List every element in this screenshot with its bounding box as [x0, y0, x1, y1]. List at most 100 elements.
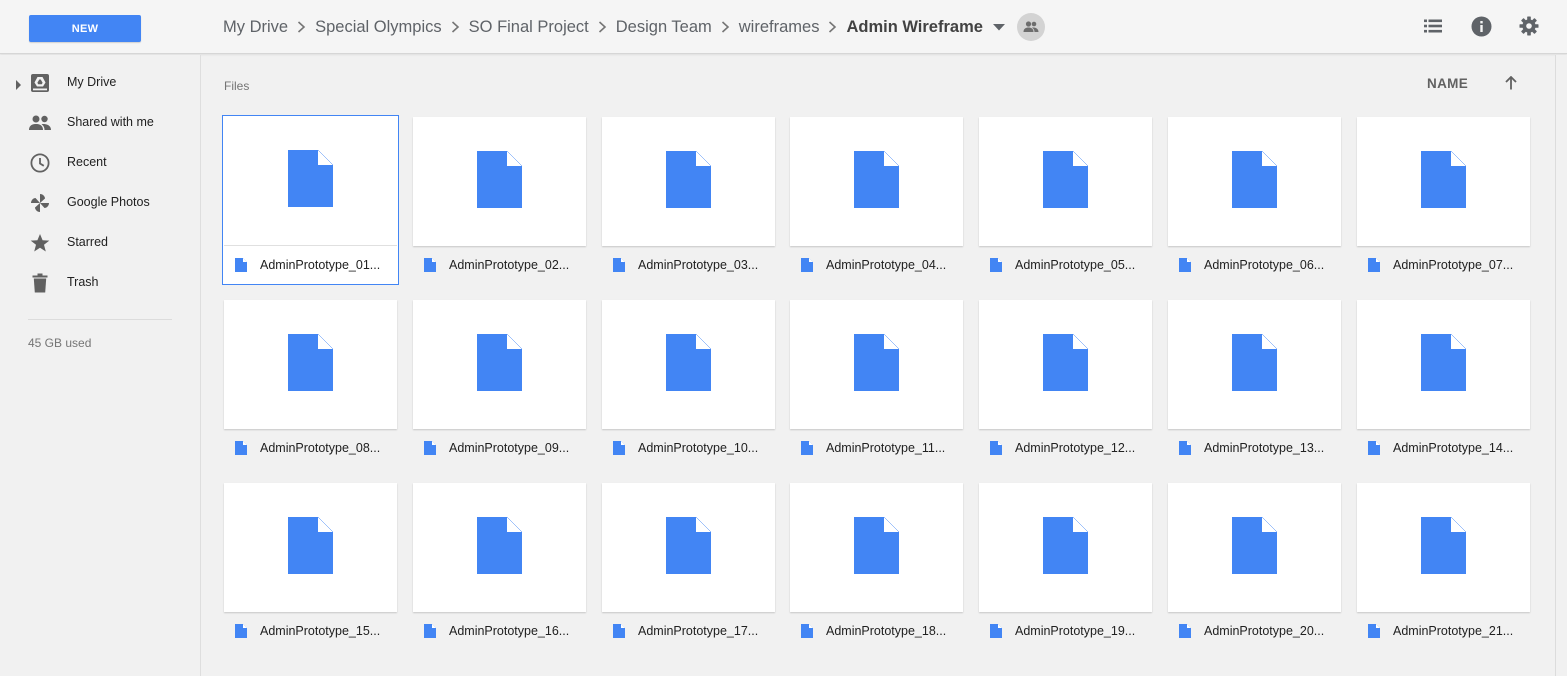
file-type-icon [990, 624, 1002, 638]
breadcrumb-item-wireframes[interactable]: wireframes [739, 18, 820, 37]
file-thumbnail[interactable] [979, 483, 1152, 612]
file-name-row[interactable]: AdminPrototype_06... [1168, 246, 1341, 283]
file-name: AdminPrototype_21... [1393, 624, 1514, 638]
file-tile[interactable]: AdminPrototype_07... [1356, 116, 1531, 284]
file-tile[interactable]: AdminPrototype_12... [978, 299, 1153, 467]
settings-icon[interactable] [1518, 15, 1540, 37]
sidebar-item-trash[interactable]: Trash [0, 267, 200, 299]
sidebar-item-my-drive[interactable]: My Drive [0, 67, 200, 99]
current-folder-title[interactable]: Admin Wireframe [846, 18, 982, 37]
file-thumbnail[interactable] [790, 483, 963, 612]
sidebar-item-google-photos[interactable]: Google Photos [0, 187, 200, 219]
file-name-row[interactable]: AdminPrototype_07... [1357, 246, 1530, 283]
shared-folder-icon[interactable] [1016, 13, 1045, 41]
file-tile[interactable]: AdminPrototype_17... [601, 482, 776, 650]
breadcrumb-item-design-team[interactable]: Design Team [616, 18, 712, 37]
file-name-row[interactable]: AdminPrototype_11... [790, 429, 963, 466]
file-thumbnail[interactable] [413, 483, 586, 612]
file-name-row[interactable]: AdminPrototype_04... [790, 246, 963, 283]
caret-down-icon[interactable] [992, 20, 1006, 34]
file-thumbnail[interactable] [224, 483, 397, 612]
file-thumbnail[interactable] [602, 483, 775, 612]
file-tile[interactable]: AdminPrototype_10... [601, 299, 776, 467]
file-thumbnail[interactable] [790, 300, 963, 429]
file-name-row[interactable]: AdminPrototype_20... [1168, 612, 1341, 649]
file-type-icon [613, 441, 625, 455]
file-name: AdminPrototype_12... [1015, 441, 1136, 455]
file-tile[interactable]: AdminPrototype_08... [223, 299, 398, 467]
file-name-row[interactable]: AdminPrototype_05... [979, 246, 1152, 283]
sidebar-item-starred[interactable]: Starred [0, 227, 200, 259]
file-name-row[interactable]: AdminPrototype_18... [790, 612, 963, 649]
file-tile[interactable]: AdminPrototype_21... [1356, 482, 1531, 650]
sidebar-item-shared-with-me[interactable]: Shared with me [0, 107, 200, 139]
file-name-row[interactable]: AdminPrototype_13... [1168, 429, 1341, 466]
file-tile[interactable]: AdminPrototype_03... [601, 116, 776, 284]
file-name-row[interactable]: AdminPrototype_03... [602, 246, 775, 283]
file-name-row[interactable]: AdminPrototype_10... [602, 429, 775, 466]
file-name-row[interactable]: AdminPrototype_14... [1357, 429, 1530, 466]
file-name-row[interactable]: AdminPrototype_01... [224, 246, 397, 283]
file-name-row[interactable]: AdminPrototype_15... [224, 612, 397, 649]
file-name-row[interactable]: AdminPrototype_12... [979, 429, 1152, 466]
file-tile[interactable]: AdminPrototype_02... [412, 116, 587, 284]
new-button[interactable]: NEW [29, 15, 141, 42]
file-name-row[interactable]: AdminPrototype_21... [1357, 612, 1530, 649]
file-name-row[interactable]: AdminPrototype_02... [413, 246, 586, 283]
info-icon[interactable] [1470, 15, 1492, 37]
file-name-row[interactable]: AdminPrototype_09... [413, 429, 586, 466]
sidebar-item-recent[interactable]: Recent [0, 147, 200, 179]
file-type-icon [990, 441, 1002, 455]
file-thumbnail[interactable] [602, 300, 775, 429]
document-icon [1232, 516, 1278, 579]
breadcrumb-item-special-olympics[interactable]: Special Olympics [315, 18, 442, 37]
file-thumbnail[interactable] [1168, 117, 1341, 246]
file-tile[interactable]: AdminPrototype_14... [1356, 299, 1531, 467]
file-thumbnail[interactable] [413, 117, 586, 246]
file-tile[interactable]: AdminPrototype_13... [1167, 299, 1342, 467]
file-thumbnail[interactable] [979, 117, 1152, 246]
sort-by-name-button[interactable]: NAME [1427, 76, 1468, 91]
file-thumbnail[interactable] [979, 300, 1152, 429]
file-type-icon [235, 258, 247, 272]
file-thumbnail[interactable] [602, 117, 775, 246]
file-name-row[interactable]: AdminPrototype_08... [224, 429, 397, 466]
drive-icon [29, 72, 51, 94]
file-tile[interactable]: AdminPrototype_20... [1167, 482, 1342, 650]
scrollbar[interactable] [1555, 55, 1567, 676]
file-thumbnail[interactable] [1357, 300, 1530, 429]
file-thumbnail[interactable] [1357, 117, 1530, 246]
file-name-row[interactable]: AdminPrototype_17... [602, 612, 775, 649]
clock-icon [29, 152, 51, 174]
file-name: AdminPrototype_04... [826, 258, 947, 272]
file-name-row[interactable]: AdminPrototype_16... [413, 612, 586, 649]
sort-arrow-up-icon[interactable] [1502, 74, 1520, 92]
file-tile[interactable]: AdminPrototype_01... [222, 115, 399, 285]
file-tile[interactable]: AdminPrototype_05... [978, 116, 1153, 284]
file-thumbnail[interactable] [1168, 300, 1341, 429]
file-tile[interactable]: AdminPrototype_18... [789, 482, 964, 650]
document-icon [1232, 333, 1278, 396]
file-thumbnail[interactable] [1168, 483, 1341, 612]
file-tile[interactable]: AdminPrototype_11... [789, 299, 964, 467]
file-tile[interactable]: AdminPrototype_04... [789, 116, 964, 284]
file-tile[interactable]: AdminPrototype_16... [412, 482, 587, 650]
list-view-icon[interactable] [1422, 15, 1444, 37]
file-thumbnail[interactable] [224, 300, 397, 429]
file-name-row[interactable]: AdminPrototype_19... [979, 612, 1152, 649]
breadcrumb-item-my-drive[interactable]: My Drive [223, 18, 288, 37]
file-thumbnail[interactable] [1357, 483, 1530, 612]
file-tile[interactable]: AdminPrototype_09... [412, 299, 587, 467]
file-thumbnail[interactable] [224, 117, 397, 246]
file-tile[interactable]: AdminPrototype_15... [223, 482, 398, 650]
file-type-icon [424, 624, 436, 638]
breadcrumb-item-so-final-project[interactable]: SO Final Project [469, 18, 589, 37]
pinwheel-icon [29, 192, 51, 214]
file-thumbnail[interactable] [790, 117, 963, 246]
file-tile[interactable]: AdminPrototype_06... [1167, 116, 1342, 284]
file-thumbnail[interactable] [413, 300, 586, 429]
expand-arrow-icon[interactable] [15, 77, 23, 90]
file-type-icon [1368, 441, 1380, 455]
top-bar: NEW My Drive Special Olympics SO Final P… [0, 0, 1567, 54]
file-tile[interactable]: AdminPrototype_19... [978, 482, 1153, 650]
